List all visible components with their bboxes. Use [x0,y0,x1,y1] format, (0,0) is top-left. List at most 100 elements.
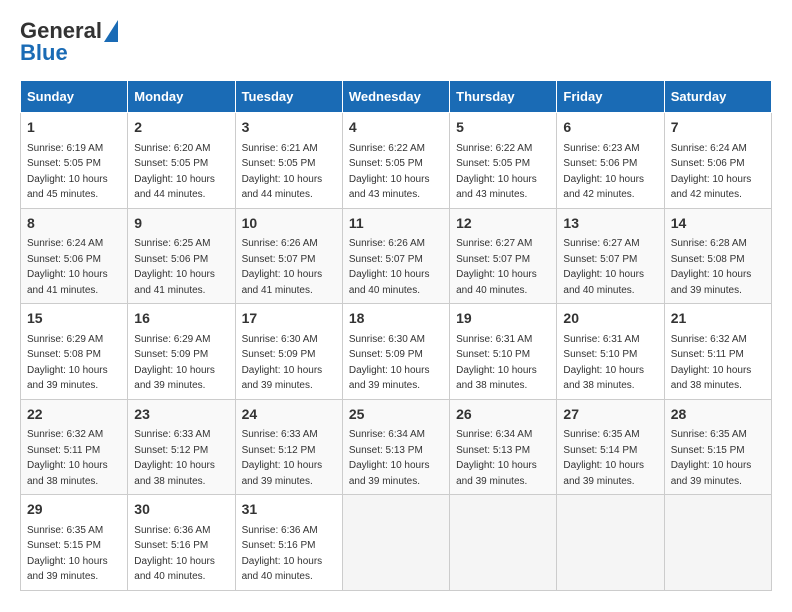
day-info: Sunrise: 6:26 AMSunset: 5:07 PMDaylight:… [242,238,323,296]
calendar-day-cell: 17 Sunrise: 6:30 AMSunset: 5:09 PMDaylig… [235,304,342,400]
calendar-day-cell: 7 Sunrise: 6:24 AMSunset: 5:06 PMDayligh… [664,113,771,209]
calendar-day-cell: 31 Sunrise: 6:36 AMSunset: 5:16 PMDaylig… [235,495,342,591]
day-info: Sunrise: 6:24 AMSunset: 5:06 PMDaylight:… [671,143,752,201]
day-info: Sunrise: 6:34 AMSunset: 5:13 PMDaylight:… [456,429,537,487]
calendar-day-cell: 23 Sunrise: 6:33 AMSunset: 5:12 PMDaylig… [128,399,235,495]
day-number: 10 [242,214,336,234]
day-number: 2 [134,118,228,138]
day-number: 4 [349,118,443,138]
calendar-day-cell: 12 Sunrise: 6:27 AMSunset: 5:07 PMDaylig… [450,208,557,304]
calendar-day-cell: 19 Sunrise: 6:31 AMSunset: 5:10 PMDaylig… [450,304,557,400]
day-number: 23 [134,405,228,425]
day-number: 28 [671,405,765,425]
day-info: Sunrise: 6:34 AMSunset: 5:13 PMDaylight:… [349,429,430,487]
day-info: Sunrise: 6:24 AMSunset: 5:06 PMDaylight:… [27,238,108,296]
calendar-week-row: 8 Sunrise: 6:24 AMSunset: 5:06 PMDayligh… [21,208,772,304]
day-number: 8 [27,214,121,234]
calendar-week-row: 15 Sunrise: 6:29 AMSunset: 5:08 PMDaylig… [21,304,772,400]
calendar-day-cell: 5 Sunrise: 6:22 AMSunset: 5:05 PMDayligh… [450,113,557,209]
day-info: Sunrise: 6:32 AMSunset: 5:11 PMDaylight:… [671,334,752,392]
calendar-day-cell: 24 Sunrise: 6:33 AMSunset: 5:12 PMDaylig… [235,399,342,495]
day-info: Sunrise: 6:28 AMSunset: 5:08 PMDaylight:… [671,238,752,296]
calendar-week-row: 22 Sunrise: 6:32 AMSunset: 5:11 PMDaylig… [21,399,772,495]
logo: General Blue [20,20,118,64]
day-info: Sunrise: 6:35 AMSunset: 5:14 PMDaylight:… [563,429,644,487]
day-number: 20 [563,309,657,329]
day-number: 21 [671,309,765,329]
day-info: Sunrise: 6:25 AMSunset: 5:06 PMDaylight:… [134,238,215,296]
calendar-day-cell: 25 Sunrise: 6:34 AMSunset: 5:13 PMDaylig… [342,399,449,495]
calendar-header-row: SundayMondayTuesdayWednesdayThursdayFrid… [21,81,772,113]
day-number: 25 [349,405,443,425]
day-header-thursday: Thursday [450,81,557,113]
calendar-day-cell: 29 Sunrise: 6:35 AMSunset: 5:15 PMDaylig… [21,495,128,591]
day-info: Sunrise: 6:21 AMSunset: 5:05 PMDaylight:… [242,143,323,201]
calendar-day-cell: 3 Sunrise: 6:21 AMSunset: 5:05 PMDayligh… [235,113,342,209]
day-info: Sunrise: 6:29 AMSunset: 5:09 PMDaylight:… [134,334,215,392]
day-header-tuesday: Tuesday [235,81,342,113]
day-number: 9 [134,214,228,234]
day-header-saturday: Saturday [664,81,771,113]
day-number: 13 [563,214,657,234]
day-info: Sunrise: 6:30 AMSunset: 5:09 PMDaylight:… [242,334,323,392]
day-info: Sunrise: 6:31 AMSunset: 5:10 PMDaylight:… [563,334,644,392]
day-info: Sunrise: 6:22 AMSunset: 5:05 PMDaylight:… [456,143,537,201]
calendar-day-cell: 9 Sunrise: 6:25 AMSunset: 5:06 PMDayligh… [128,208,235,304]
calendar-day-cell [450,495,557,591]
calendar-day-cell: 27 Sunrise: 6:35 AMSunset: 5:14 PMDaylig… [557,399,664,495]
day-number: 14 [671,214,765,234]
day-info: Sunrise: 6:30 AMSunset: 5:09 PMDaylight:… [349,334,430,392]
calendar-day-cell: 2 Sunrise: 6:20 AMSunset: 5:05 PMDayligh… [128,113,235,209]
calendar-day-cell: 1 Sunrise: 6:19 AMSunset: 5:05 PMDayligh… [21,113,128,209]
day-info: Sunrise: 6:23 AMSunset: 5:06 PMDaylight:… [563,143,644,201]
day-info: Sunrise: 6:33 AMSunset: 5:12 PMDaylight:… [134,429,215,487]
day-info: Sunrise: 6:32 AMSunset: 5:11 PMDaylight:… [27,429,108,487]
day-number: 7 [671,118,765,138]
calendar-day-cell: 22 Sunrise: 6:32 AMSunset: 5:11 PMDaylig… [21,399,128,495]
day-info: Sunrise: 6:36 AMSunset: 5:16 PMDaylight:… [134,525,215,583]
day-info: Sunrise: 6:27 AMSunset: 5:07 PMDaylight:… [456,238,537,296]
calendar-day-cell [664,495,771,591]
day-number: 22 [27,405,121,425]
day-number: 16 [134,309,228,329]
calendar-day-cell: 11 Sunrise: 6:26 AMSunset: 5:07 PMDaylig… [342,208,449,304]
day-number: 12 [456,214,550,234]
day-number: 18 [349,309,443,329]
day-info: Sunrise: 6:31 AMSunset: 5:10 PMDaylight:… [456,334,537,392]
day-number: 11 [349,214,443,234]
day-header-wednesday: Wednesday [342,81,449,113]
calendar-day-cell: 8 Sunrise: 6:24 AMSunset: 5:06 PMDayligh… [21,208,128,304]
day-number: 19 [456,309,550,329]
day-number: 17 [242,309,336,329]
calendar-day-cell: 21 Sunrise: 6:32 AMSunset: 5:11 PMDaylig… [664,304,771,400]
day-number: 6 [563,118,657,138]
day-number: 3 [242,118,336,138]
calendar-day-cell: 4 Sunrise: 6:22 AMSunset: 5:05 PMDayligh… [342,113,449,209]
day-number: 29 [27,500,121,520]
day-header-friday: Friday [557,81,664,113]
calendar-day-cell: 6 Sunrise: 6:23 AMSunset: 5:06 PMDayligh… [557,113,664,209]
day-info: Sunrise: 6:29 AMSunset: 5:08 PMDaylight:… [27,334,108,392]
calendar-week-row: 1 Sunrise: 6:19 AMSunset: 5:05 PMDayligh… [21,113,772,209]
day-header-sunday: Sunday [21,81,128,113]
day-info: Sunrise: 6:19 AMSunset: 5:05 PMDaylight:… [27,143,108,201]
calendar-day-cell: 16 Sunrise: 6:29 AMSunset: 5:09 PMDaylig… [128,304,235,400]
calendar-day-cell: 14 Sunrise: 6:28 AMSunset: 5:08 PMDaylig… [664,208,771,304]
day-number: 5 [456,118,550,138]
logo-triangle-icon [104,20,118,42]
day-number: 15 [27,309,121,329]
calendar-day-cell: 18 Sunrise: 6:30 AMSunset: 5:09 PMDaylig… [342,304,449,400]
day-info: Sunrise: 6:27 AMSunset: 5:07 PMDaylight:… [563,238,644,296]
day-number: 30 [134,500,228,520]
day-number: 26 [456,405,550,425]
day-info: Sunrise: 6:35 AMSunset: 5:15 PMDaylight:… [27,525,108,583]
day-number: 1 [27,118,121,138]
calendar-day-cell: 28 Sunrise: 6:35 AMSunset: 5:15 PMDaylig… [664,399,771,495]
calendar-day-cell [557,495,664,591]
day-header-monday: Monday [128,81,235,113]
calendar-day-cell: 13 Sunrise: 6:27 AMSunset: 5:07 PMDaylig… [557,208,664,304]
calendar-day-cell [342,495,449,591]
day-info: Sunrise: 6:33 AMSunset: 5:12 PMDaylight:… [242,429,323,487]
header: General Blue [20,20,772,64]
calendar-week-row: 29 Sunrise: 6:35 AMSunset: 5:15 PMDaylig… [21,495,772,591]
